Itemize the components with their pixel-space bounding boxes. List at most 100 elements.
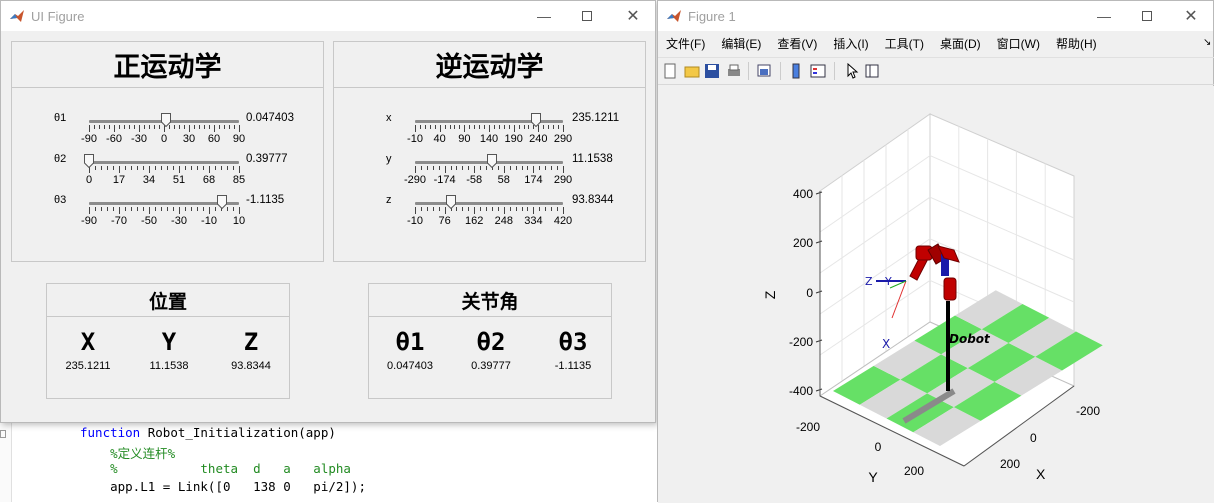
slider-track[interactable]: [415, 202, 563, 205]
slider-1[interactable]: -90 -60 -30 0 30 60 90: [81, 113, 245, 145]
slider-tick: [434, 125, 436, 129]
maximize-button[interactable]: [564, 1, 610, 31]
slider-tick: [167, 166, 168, 170]
slider-tick-label: -174: [433, 174, 456, 186]
slider-tick: [167, 207, 168, 211]
slider-thumb[interactable]: [530, 113, 541, 128]
slider-tick: [454, 125, 456, 129]
property-editor-icon[interactable]: [864, 63, 880, 79]
slider-tick: [456, 166, 458, 170]
slider-tick: [548, 125, 550, 129]
figure1-titlebar[interactable]: Figure 1 — ✕: [658, 1, 1213, 31]
slider-tick-label: 140: [479, 133, 499, 145]
slider-tick: [94, 125, 95, 129]
slider-tick: [124, 125, 125, 129]
menu-overflow-icon[interactable]: ↘: [1203, 37, 1211, 48]
slider-tick-label: 334: [524, 215, 543, 227]
slider-tick-label: -58: [466, 174, 483, 186]
slider-tick: [173, 207, 174, 211]
slider-tick: [159, 125, 160, 129]
code-editor[interactable]: function Robot_Initialization(app) %定义连杆…: [0, 422, 656, 502]
slider-tick-label: 60: [207, 133, 221, 145]
slider-tick: [134, 125, 135, 129]
slider-label: θ3: [54, 194, 67, 206]
slider-tick: [137, 166, 138, 170]
slider-2[interactable]: -290 -174 -58 58 174 290: [404, 154, 572, 186]
slider-tick: [197, 207, 198, 211]
slider-tick: [557, 207, 559, 211]
slider-thumb[interactable]: [84, 154, 94, 169]
new-file-icon[interactable]: [662, 63, 678, 79]
slider-thumb[interactable]: [161, 113, 172, 128]
slider-thumb[interactable]: [486, 154, 497, 169]
colorbar-icon[interactable]: [788, 63, 804, 79]
menu-item[interactable]: 窗口(W): [997, 35, 1040, 53]
menu-item[interactable]: 桌面(D): [940, 35, 981, 53]
slider-tick: [137, 207, 138, 211]
robot-3d-plot[interactable]: Dobot Z Y X 400 200 0 -200 -400 Z -200 0 200 Y -20…: [658, 86, 1214, 503]
slider-tick: [239, 166, 240, 173]
print-preview-icon[interactable]: [756, 63, 772, 79]
slider-3[interactable]: -10 76 162 248 334 420: [407, 195, 572, 227]
slider-tick: [131, 166, 132, 170]
menu-item[interactable]: 查看(V): [777, 35, 817, 53]
menu-item[interactable]: 文件(F): [666, 35, 705, 53]
menu-item[interactable]: 工具(T): [885, 35, 924, 53]
slider-thumb[interactable]: [217, 195, 228, 210]
maximize-button[interactable]: [1124, 1, 1170, 31]
menu-item[interactable]: 插入(I): [833, 35, 868, 53]
slider-tick: [219, 125, 220, 129]
slider-tick: [131, 207, 132, 211]
save-icon[interactable]: [704, 63, 720, 79]
minimize-button[interactable]: —: [521, 1, 567, 31]
slider-3[interactable]: -90 -70 -50 -30 -10 10: [81, 195, 245, 227]
slider-tick: [426, 166, 428, 170]
menu-item[interactable]: 编辑(E): [721, 35, 761, 53]
z-tick-label: 0: [806, 286, 813, 300]
open-folder-icon[interactable]: [684, 63, 700, 79]
ui-figure-window[interactable]: UI Figure — ✕ 正运动学 θ1 -90 -60 -30 0 30 60 90 0.0…: [0, 0, 656, 423]
figure1-window[interactable]: Figure 1 — ✕ 文件(F) 编辑(E) 查看(V) 插入(I) 工具(T) 桌面…: [657, 0, 1214, 503]
toolbar-separator: [748, 62, 749, 80]
code-line: %定义连杆%: [80, 443, 175, 462]
ui-figure-titlebar[interactable]: UI Figure — ✕: [1, 1, 655, 31]
slider-tick-label: 420: [553, 215, 573, 227]
close-button[interactable]: ✕: [610, 1, 656, 31]
pointer-icon[interactable]: [844, 62, 860, 79]
menu-item[interactable]: 帮助(H): [1056, 35, 1097, 53]
slider-tick: [119, 125, 120, 129]
slider-tick: [191, 166, 192, 170]
slider-2[interactable]: 0 17 34 51 68 85: [84, 154, 245, 186]
editor-fold-marker[interactable]: [0, 430, 6, 438]
slider-tick: [113, 166, 114, 170]
print-icon[interactable]: [726, 63, 742, 79]
slider-tick-label: -10: [407, 215, 423, 227]
slider-tick-label: -30: [171, 215, 187, 227]
minimize-button[interactable]: —: [1081, 1, 1127, 31]
slider-tick: [508, 125, 510, 129]
slider-tick: [533, 166, 535, 173]
slider-tick: [493, 125, 495, 129]
slider-tick-label: 0: [160, 133, 168, 145]
slider-tick: [491, 207, 493, 211]
slider-tick: [149, 125, 150, 129]
slider-tick: [439, 125, 441, 132]
slider-tick: [484, 125, 486, 129]
close-button[interactable]: ✕: [1168, 1, 1214, 31]
slider-tick-label: 68: [202, 174, 216, 186]
slider-tick-label: 90: [458, 133, 471, 145]
figure-canvas[interactable]: Dobot Z Y X 400 200 0 -200 -400 Z -200 0 200 Y -20…: [658, 86, 1214, 503]
slider-tick: [557, 166, 559, 170]
code-comment: % theta d a alpha: [80, 461, 351, 476]
slider-tick: [194, 125, 195, 129]
slider-value: -1.1135: [246, 194, 285, 206]
slider-tick: [197, 166, 198, 170]
slider-tick: [191, 207, 192, 211]
slider-tick: [509, 207, 511, 211]
slider-thumb[interactable]: [445, 195, 456, 210]
slider-tick: [523, 125, 525, 129]
legend-icon[interactable]: [810, 63, 826, 79]
slider-1[interactable]: -10 40 90 140 190 240 290: [407, 113, 572, 145]
slider-tick: [239, 125, 240, 132]
slider-track[interactable]: [89, 161, 239, 164]
